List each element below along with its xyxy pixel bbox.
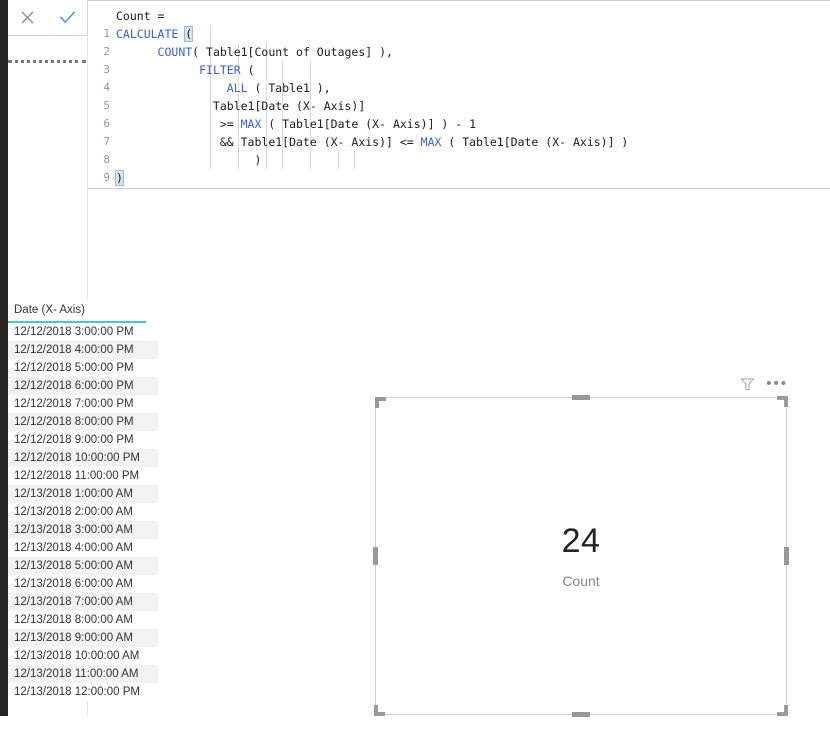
- field-values-list: Date (X- Axis) 12/12/2018 3:00:00 PM 12/1…: [8, 300, 158, 701]
- line-content: ALL ( Table1 ),: [226, 81, 331, 95]
- code-line: 8 && Table1[Date (X- Axis)] <= MAX ( Tab…: [88, 133, 830, 166]
- filter-funnel-icon[interactable]: [740, 377, 755, 392]
- field-value-row[interactable]: 12/13/2018 4:00:00 AM: [8, 539, 158, 557]
- code-line: 3 COUNT( Table1[Count of Outages] ),: [88, 43, 830, 76]
- field-value-row[interactable]: 12/12/2018 5:00:00 PM: [8, 359, 158, 377]
- field-value-row[interactable]: 12/12/2018 6:00:00 PM: [8, 377, 158, 395]
- field-value-row[interactable]: 12/13/2018 3:00:00 AM: [8, 521, 158, 539]
- field-value-row[interactable]: 12/13/2018 6:00:00 AM: [8, 575, 158, 593]
- field-value-row[interactable]: 12/12/2018 10:00:00 PM: [8, 449, 158, 467]
- resize-handle-top-right[interactable]: [777, 396, 788, 407]
- field-value-row[interactable]: 12/12/2018 11:00:00 PM: [8, 467, 158, 485]
- code-line: 4 FILTER (: [88, 61, 830, 94]
- code-line: 7 >= MAX ( Table1[Date (X- Axis)] ) - 1: [88, 115, 830, 148]
- line-content: COUNT( Table1[Count of Outages] ),: [157, 45, 393, 59]
- line-content: Count =: [116, 9, 165, 23]
- dax-formula-editor[interactable]: 1 Count = 2 CALCULATE ( 3 COUNT( Table1[…: [88, 0, 830, 189]
- resize-handle-top-center[interactable]: [572, 395, 590, 400]
- line-content: ): [116, 153, 262, 167]
- card-visual[interactable]: 24 Count: [375, 397, 787, 715]
- pane-divider: [8, 60, 86, 63]
- card-value: 24: [561, 521, 601, 560]
- card-visual-container[interactable]: 24 Count: [373, 395, 789, 717]
- field-rows-container: 12/12/2018 3:00:00 PM 12/12/2018 4:00:00 …: [8, 323, 158, 701]
- field-value-row[interactable]: 12/13/2018 12:00:00 PM: [8, 683, 158, 701]
- dax-code-area[interactable]: 1 Count = 2 CALCULATE ( 3 COUNT( Table1[…: [88, 1, 830, 187]
- checkmark-icon: [59, 10, 76, 25]
- field-value-row[interactable]: 12/12/2018 7:00:00 PM: [8, 395, 158, 413]
- code-line: 2 CALCULATE (: [88, 25, 830, 58]
- field-value-row[interactable]: 12/12/2018 8:00:00 PM: [8, 413, 158, 431]
- field-value-row[interactable]: 12/13/2018 1:00:00 AM: [8, 485, 158, 503]
- field-value-row[interactable]: 12/13/2018 8:00:00 AM: [8, 611, 158, 629]
- line-content: FILTER (: [199, 63, 255, 77]
- resize-handle-middle-right[interactable]: [784, 547, 789, 565]
- cancel-formula-button[interactable]: [14, 5, 42, 31]
- formula-toolbar: [8, 0, 88, 36]
- resize-handle-bottom-center[interactable]: [572, 712, 590, 717]
- field-value-row[interactable]: 12/13/2018 5:00:00 AM: [8, 557, 158, 575]
- resize-handle-bottom-right[interactable]: [777, 705, 788, 716]
- field-value-row[interactable]: 12/13/2018 2:00:00 AM: [8, 503, 158, 521]
- resize-handle-bottom-left[interactable]: [374, 705, 385, 716]
- field-value-row[interactable]: 12/13/2018 11:00:00 AM: [8, 665, 158, 683]
- resize-handle-middle-left[interactable]: [373, 547, 378, 565]
- field-value-row[interactable]: 12/13/2018 10:00:00 AM: [8, 647, 158, 665]
- code-line: 5 ALL ( Table1 ),: [88, 79, 830, 112]
- line-content: Table1[Date (X- Axis)]: [116, 99, 366, 113]
- field-value-row[interactable]: 12/12/2018 9:00:00 PM: [8, 431, 158, 449]
- left-navigation-rail: [0, 0, 8, 716]
- field-value-row[interactable]: 12/13/2018 7:00:00 AM: [8, 593, 158, 611]
- line-content: >= MAX ( Table1[Date (X- Axis)] ) - 1: [116, 117, 477, 131]
- code-line: 6 Table1[Date (X- Axis)]: [88, 97, 830, 130]
- line-content: && Table1[Date (X- Axis)] <= MAX ( Table…: [116, 135, 629, 149]
- field-value-row[interactable]: 12/13/2018 9:00:00 AM: [8, 629, 158, 647]
- code-line: 9 ): [88, 151, 830, 184]
- code-line: 10 ): [88, 169, 830, 187]
- field-value-row[interactable]: 12/12/2018 4:00:00 PM: [8, 341, 158, 359]
- visual-header-icons: •••: [730, 374, 788, 394]
- line-content: ): [115, 170, 124, 186]
- card-label: Count: [562, 572, 600, 589]
- close-x-icon: [20, 10, 35, 25]
- more-options-icon[interactable]: •••: [766, 376, 788, 391]
- code-line: 1 Count =: [88, 7, 830, 40]
- line-content: CALCULATE (: [116, 26, 194, 42]
- commit-formula-button[interactable]: [53, 5, 81, 31]
- field-column-header[interactable]: Date (X- Axis): [8, 300, 146, 323]
- line-number: 10: [88, 187, 110, 188]
- left-rail-footer: [0, 716, 8, 733]
- field-value-row[interactable]: 12/12/2018 3:00:00 PM: [8, 323, 158, 341]
